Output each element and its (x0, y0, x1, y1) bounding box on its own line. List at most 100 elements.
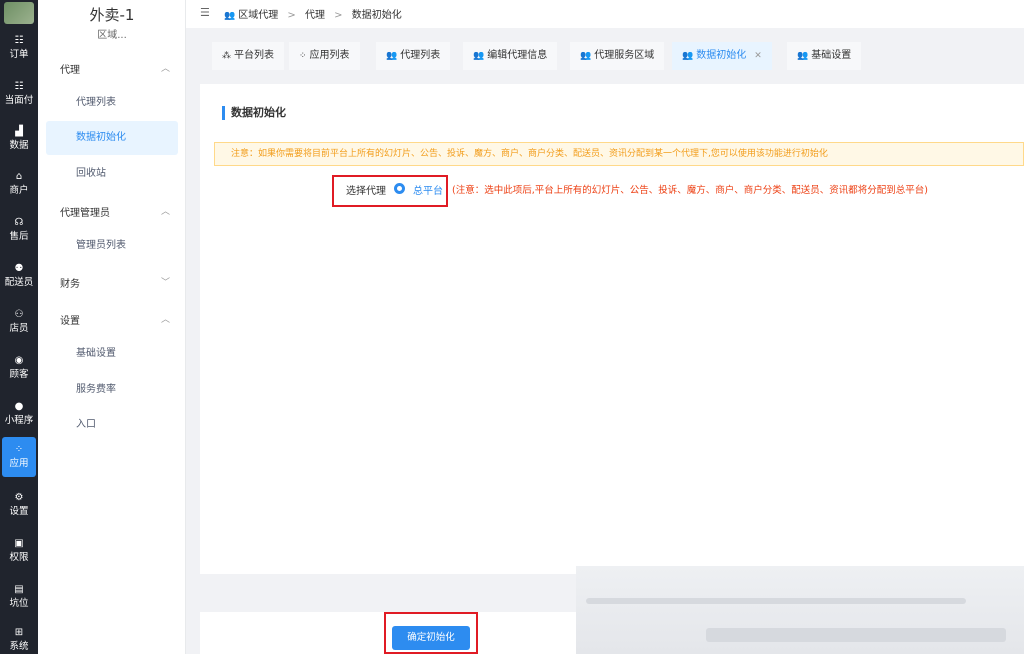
people-icon: 👥 (224, 11, 236, 21)
top-bar: ☰ 👥 区域代理 > 代理 > 数据初始化 (186, 0, 1024, 28)
lock-icon: ▣ (14, 538, 24, 549)
breadcrumb-separator: > (334, 10, 343, 21)
tab-basic-settings[interactable]: 👥 基础设置 (787, 42, 862, 70)
sidebar-item-service-rate[interactable]: 服务费率 (46, 373, 178, 407)
sidebar-item-data-init[interactable]: 数据初始化 (46, 121, 178, 155)
people-icon: 👥 (473, 51, 485, 61)
page-title: 数据初始化 (222, 106, 286, 120)
sidebar-group-agent[interactable]: 代理 ︿ (60, 61, 170, 76)
radio-warning-note: (注意：选中此项后,平台上所有的幻灯片、公告、投诉、魔方、商户、商户分类、配送员… (452, 185, 928, 196)
close-icon[interactable]: ✕ (754, 51, 762, 61)
rail-item-after-sales[interactable]: ☊ 售后 (0, 210, 38, 250)
sidebar-item-recycle-bin[interactable]: 回收站 (46, 157, 178, 191)
chevron-up-icon: ︿ (160, 315, 170, 325)
blurred-line (586, 598, 966, 604)
tab-label: 代理列表 (400, 50, 441, 61)
sidebar-item-agent-list[interactable]: 代理列表 (46, 86, 178, 120)
rail-item-label: 权限 (9, 552, 29, 563)
tab-data-init[interactable]: 👥 数据初始化 ✕ (672, 42, 772, 70)
main-nav-rail: ☷ 订单 ☷ 当面付 ▟ 数据 ⌂ 商户 ☊ 售后 ⚉ 配送员 ⚇ 店员 ◉ 顾… (0, 0, 38, 654)
tab-label: 数据初始化 (696, 50, 747, 61)
windows-icon: ⊞ (14, 627, 24, 638)
rail-item-label: 店员 (9, 323, 29, 334)
page-tabs: ⁂ 平台列表 ⁘ 应用列表 👥 代理列表 👥 编辑代理信息 👥 代理服务区域 👥 数据初始化… (186, 42, 1024, 70)
rail-item-miniapp[interactable]: ● 小程序 (0, 394, 38, 434)
rail-item-orders[interactable]: ☷ 订单 (0, 28, 38, 68)
breadcrumb-item[interactable]: 区域代理 (238, 10, 278, 21)
tab-label: 应用列表 (309, 50, 350, 61)
bar-chart-icon: ▟ (15, 126, 23, 137)
tab-label: 代理服务区域 (594, 50, 655, 61)
breadcrumb-item: 数据初始化 (351, 10, 402, 21)
breadcrumb: 👥 区域代理 > 代理 > 数据初始化 (224, 6, 402, 21)
sidebar-group-label: 设置 (60, 316, 80, 327)
rail-item-merchant[interactable]: ⌂ 商户 (0, 164, 38, 204)
brand-subtitle: 区域... (97, 30, 127, 41)
rail-item-slots[interactable]: ▤ 坑位 (0, 577, 38, 617)
sidebar-item-basic-settings[interactable]: 基础设置 (46, 337, 178, 371)
tab-label: 平台列表 (234, 50, 274, 61)
rail-item-label: 坑位 (9, 598, 29, 609)
grid-icon: ⁂ (222, 51, 231, 61)
rail-item-courier[interactable]: ⚉ 配送员 (0, 256, 38, 296)
rail-item-clerk[interactable]: ⚇ 店员 (0, 302, 38, 342)
rail-item-label: 小程序 (4, 415, 34, 426)
document-icon: ▤ (14, 584, 24, 595)
rail-item-label: 配送员 (4, 277, 34, 288)
select-agent-row: 选择代理 总平台 (注意：选中此项后,平台上所有的幻灯片、公告、投诉、魔方、商户… (332, 175, 1024, 207)
blurred-line (706, 628, 1006, 642)
rail-item-label: 系统 (9, 641, 29, 652)
rail-item-label: 当面付 (4, 95, 34, 106)
tab-agent-service-area[interactable]: 👥 代理服务区域 (570, 42, 665, 70)
rail-item-label: 数据 (9, 140, 29, 151)
rail-item-label: 售后 (9, 231, 29, 242)
rail-item-apps[interactable]: ⁘ 应用 (2, 437, 36, 477)
store-icon: ⌂ (15, 171, 23, 182)
rail-item-data[interactable]: ▟ 数据 (0, 119, 38, 159)
rail-item-label: 商户 (9, 185, 29, 196)
rail-item-face-pay[interactable]: ☷ 当面付 (0, 74, 38, 114)
user-circle-icon: ◉ (14, 355, 24, 366)
breadcrumb-separator: > (287, 10, 296, 21)
radio-main-platform[interactable] (394, 183, 405, 194)
tab-label: 基础设置 (811, 50, 852, 61)
breadcrumb-item[interactable]: 代理 (305, 10, 325, 21)
sidebar-group-label: 代理 (60, 65, 80, 76)
radio-label[interactable]: 总平台 (413, 182, 443, 197)
tab-platform-list[interactable]: ⁂ 平台列表 (212, 42, 284, 70)
wechat-icon: ● (14, 401, 24, 412)
collapse-menu-icon[interactable]: ☰ (200, 6, 210, 19)
rail-item-customer[interactable]: ◉ 顾客 (0, 348, 38, 388)
rail-item-system[interactable]: ⊞ 系统 (0, 620, 38, 654)
rail-item-label: 设置 (9, 506, 29, 517)
secondary-sidebar: 外卖-1 区域... 代理 ︿ 代理列表 数据初始化 回收站 代理管理员 ︿ 管… (38, 0, 186, 654)
sidebar-item-admin-list[interactable]: 管理员列表 (46, 229, 178, 263)
people-icon: 👥 (797, 51, 809, 61)
rail-item-permissions[interactable]: ▣ 权限 (0, 531, 38, 571)
people-icon: 👥 (386, 51, 398, 61)
list-icon: ☷ (14, 35, 24, 46)
user-gear-icon: ⚙ (14, 492, 24, 503)
confirm-init-button[interactable]: 确定初始化 (392, 626, 470, 650)
sidebar-group-agent-admin[interactable]: 代理管理员 ︿ (60, 204, 170, 219)
sidebar-item-entry[interactable]: 入口 (46, 408, 178, 442)
rail-item-label: 顾客 (9, 369, 29, 380)
sidebar-group-finance[interactable]: 财务 ﹀ (60, 275, 170, 290)
people-icon: 👥 (580, 51, 592, 61)
sidebar-group-label: 代理管理员 (60, 208, 110, 219)
people-icon: 👥 (682, 51, 694, 61)
select-agent-label: 选择代理 (346, 186, 386, 197)
brand-title: 外卖-1 (89, 6, 135, 24)
rail-item-settings[interactable]: ⚙ 设置 (0, 485, 38, 525)
apps-icon: ⁘ (14, 444, 24, 455)
chevron-up-icon: ︿ (160, 207, 170, 217)
tab-agent-list[interactable]: 👥 代理列表 (376, 42, 451, 70)
sidebar-group-settings[interactable]: 设置 ︿ (60, 312, 170, 327)
notice-banner: 注意：如果你需要将目前平台上所有的幻灯片、公告、投诉、魔方、商户、商户分类、配送… (214, 142, 1024, 166)
footer-bar: 确定初始化 (200, 612, 576, 654)
tab-edit-agent-info[interactable]: 👥 编辑代理信息 (463, 42, 558, 70)
people-icon: ⚇ (14, 309, 24, 320)
user-avatar[interactable] (4, 2, 34, 24)
tab-app-list[interactable]: ⁘ 应用列表 (289, 42, 360, 70)
scooter-icon: ⚉ (14, 263, 24, 274)
